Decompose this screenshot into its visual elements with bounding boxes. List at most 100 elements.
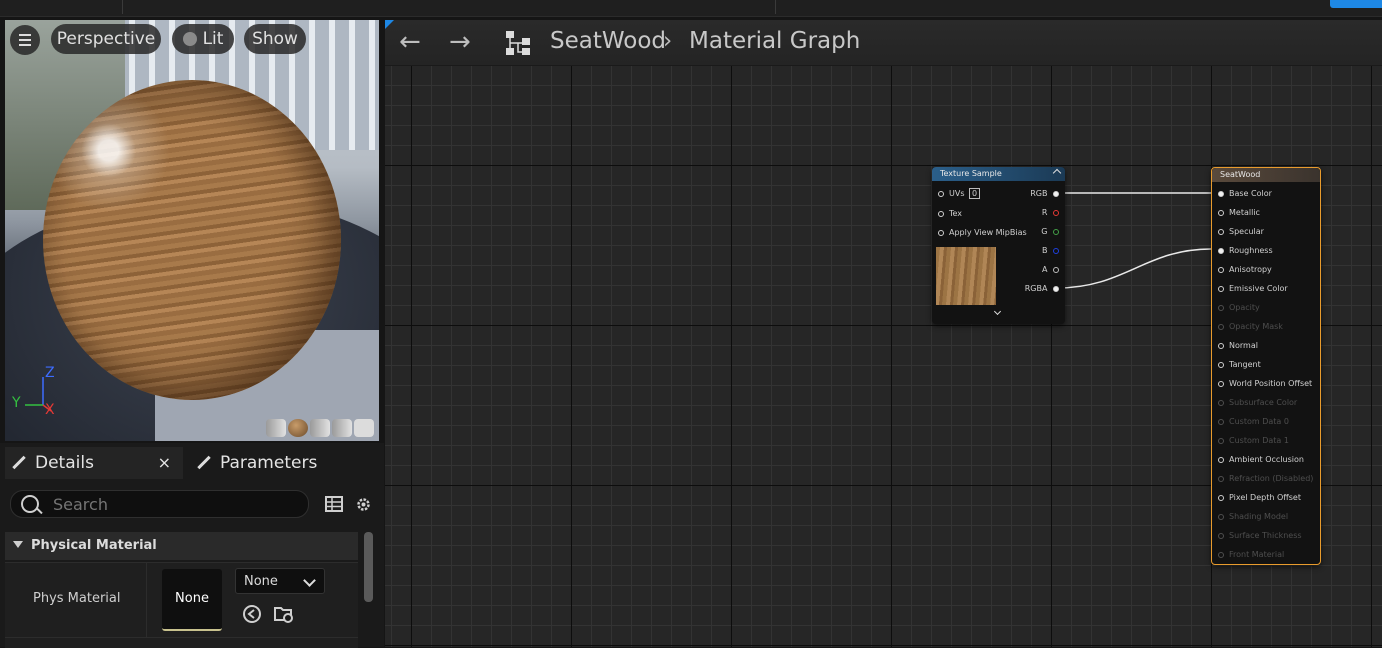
details-panel: Details × Parameters Physical Material P… bbox=[0, 443, 384, 648]
pin-dot bbox=[1053, 229, 1059, 235]
show-button[interactable]: Show bbox=[244, 24, 306, 54]
material-pin: Surface Thickness bbox=[1218, 531, 1302, 540]
tab-parameters[interactable]: Parameters bbox=[190, 447, 370, 479]
pin-dot bbox=[1218, 400, 1224, 406]
pin-label: Tangent bbox=[1229, 360, 1261, 369]
cylinder-shape-icon[interactable] bbox=[266, 419, 286, 437]
pin-label: B bbox=[1041, 246, 1048, 255]
material-result-node[interactable]: SeatWood Base Color Metallic Specular Rough… bbox=[1211, 167, 1321, 565]
collapse-chevron-icon[interactable] bbox=[1052, 168, 1062, 178]
pin-tex[interactable]: Tex bbox=[938, 209, 962, 218]
pin-label: Base Color bbox=[1229, 189, 1272, 198]
details-search bbox=[10, 490, 309, 518]
material-pin[interactable]: Pixel Depth Offset bbox=[1218, 493, 1301, 502]
pin-dot bbox=[1218, 191, 1224, 197]
texture-sample-node[interactable]: Texture Sample UVs 0 Tex Apply View MipB… bbox=[932, 167, 1065, 324]
section-physical-material[interactable]: Physical Material bbox=[5, 532, 358, 560]
hamburger-icon-bar bbox=[19, 44, 31, 46]
sphere-shape-icon[interactable] bbox=[288, 419, 308, 437]
material-pin[interactable]: Specular bbox=[1218, 227, 1264, 236]
toolbar-divider bbox=[122, 0, 123, 14]
pin-label: RGBA bbox=[1024, 284, 1048, 293]
pin-apply-view-mipbias[interactable]: Apply View MipBias bbox=[938, 228, 1027, 237]
plane-shape-icon[interactable] bbox=[310, 419, 330, 437]
preview-sphere bbox=[43, 80, 341, 400]
material-pin: Shading Model bbox=[1218, 512, 1288, 521]
material-pin[interactable]: Tangent bbox=[1218, 360, 1261, 369]
texture-node-title-text: Texture Sample bbox=[940, 169, 1002, 178]
preview-shape-selector bbox=[266, 419, 374, 437]
pin-dot bbox=[1218, 533, 1224, 539]
pin-label: Apply View MipBias bbox=[949, 228, 1027, 237]
pin-dot bbox=[1218, 381, 1224, 387]
pin-out-b[interactable]: B bbox=[1042, 246, 1059, 255]
material-pin[interactable]: Anisotropy bbox=[1218, 265, 1272, 274]
pin-label: Front Material bbox=[1229, 550, 1285, 559]
material-pin[interactable]: Normal bbox=[1218, 341, 1258, 350]
phys-material-thumbnail[interactable]: None bbox=[162, 569, 222, 631]
close-icon[interactable]: × bbox=[158, 447, 171, 479]
texture-node-title: Texture Sample bbox=[932, 167, 1065, 181]
perspective-button[interactable]: Perspective bbox=[51, 24, 161, 54]
pin-out-r[interactable]: R bbox=[1042, 208, 1059, 217]
pin-label: Refraction (Disabled) bbox=[1229, 474, 1314, 483]
pin-uvs[interactable]: UVs 0 bbox=[938, 188, 981, 199]
material-pin[interactable]: Emissive Color bbox=[1218, 284, 1288, 293]
details-scrollbar[interactable] bbox=[364, 532, 373, 602]
settings-gear-icon[interactable] bbox=[354, 495, 373, 514]
pin-label: UVs bbox=[949, 189, 965, 198]
lit-button[interactable]: Lit bbox=[172, 24, 234, 54]
pin-dot bbox=[1218, 324, 1224, 330]
pin-label: Subsurface Color bbox=[1229, 398, 1298, 407]
toolbar-divider bbox=[775, 0, 776, 14]
expand-chevron-icon[interactable] bbox=[993, 307, 1002, 316]
pin-label: Surface Thickness bbox=[1229, 531, 1302, 540]
pin-dot bbox=[1053, 267, 1059, 273]
pin-dot bbox=[1218, 229, 1224, 235]
pin-label: G bbox=[1041, 227, 1048, 236]
tab-details[interactable]: Details × bbox=[5, 447, 183, 479]
custom-mesh-icon[interactable] bbox=[354, 419, 374, 437]
material-graph-canvas[interactable]: ← → SeatWood › Material Graph Texture Sa… bbox=[385, 20, 1382, 647]
pin-out-g[interactable]: G bbox=[1041, 227, 1059, 236]
pin-dot bbox=[1053, 248, 1059, 254]
tab-parameters-label: Parameters bbox=[220, 453, 318, 473]
material-preview-viewport[interactable]: Perspective Lit Show Z Y X bbox=[5, 20, 379, 441]
chevron-down-icon bbox=[13, 541, 23, 548]
pin-label: Specular bbox=[1229, 227, 1264, 236]
table-view-icon[interactable] bbox=[325, 496, 343, 512]
phys-material-combo[interactable]: None bbox=[235, 568, 325, 594]
axis-x-label: X bbox=[45, 402, 55, 418]
axis-z-label: Z bbox=[45, 365, 55, 381]
phys-material-label: Phys Material bbox=[33, 591, 121, 606]
pin-dot bbox=[938, 191, 944, 197]
section-title: Physical Material bbox=[31, 538, 157, 553]
pin-label: World Position Offset bbox=[1229, 379, 1313, 388]
pin-out-rgba[interactable]: RGBA bbox=[1025, 284, 1059, 293]
viewport-menu-button[interactable] bbox=[10, 25, 40, 55]
uvs-value[interactable]: 0 bbox=[969, 188, 981, 199]
pin-dot bbox=[1218, 305, 1224, 311]
pin-out-rgb[interactable]: RGB bbox=[1030, 189, 1059, 198]
browse-asset-icon[interactable] bbox=[273, 603, 295, 625]
pin-dot bbox=[1218, 248, 1224, 254]
toolbar-action-button[interactable] bbox=[1330, 0, 1382, 8]
next-property-row bbox=[5, 637, 358, 648]
use-selected-asset-icon[interactable] bbox=[242, 604, 262, 624]
material-pin[interactable]: Ambient Occlusion bbox=[1218, 455, 1304, 464]
material-pin: Custom Data 0 bbox=[1218, 417, 1289, 426]
cube-shape-icon[interactable] bbox=[332, 419, 352, 437]
pin-label: A bbox=[1041, 265, 1048, 274]
search-icon bbox=[21, 495, 39, 513]
material-pin: Refraction (Disabled) bbox=[1218, 474, 1313, 483]
pin-label: Roughness bbox=[1229, 246, 1273, 255]
search-input[interactable] bbox=[51, 493, 305, 515]
pin-out-a[interactable]: A bbox=[1042, 265, 1059, 274]
material-pin[interactable]: Roughness bbox=[1218, 246, 1273, 255]
material-pin: Opacity bbox=[1218, 303, 1260, 312]
pin-label: Shading Model bbox=[1229, 512, 1289, 521]
material-pin[interactable]: Metallic bbox=[1218, 208, 1260, 217]
pin-dot bbox=[938, 211, 944, 217]
material-pin[interactable]: Base Color bbox=[1218, 189, 1272, 198]
material-pin[interactable]: World Position Offset bbox=[1218, 379, 1312, 388]
